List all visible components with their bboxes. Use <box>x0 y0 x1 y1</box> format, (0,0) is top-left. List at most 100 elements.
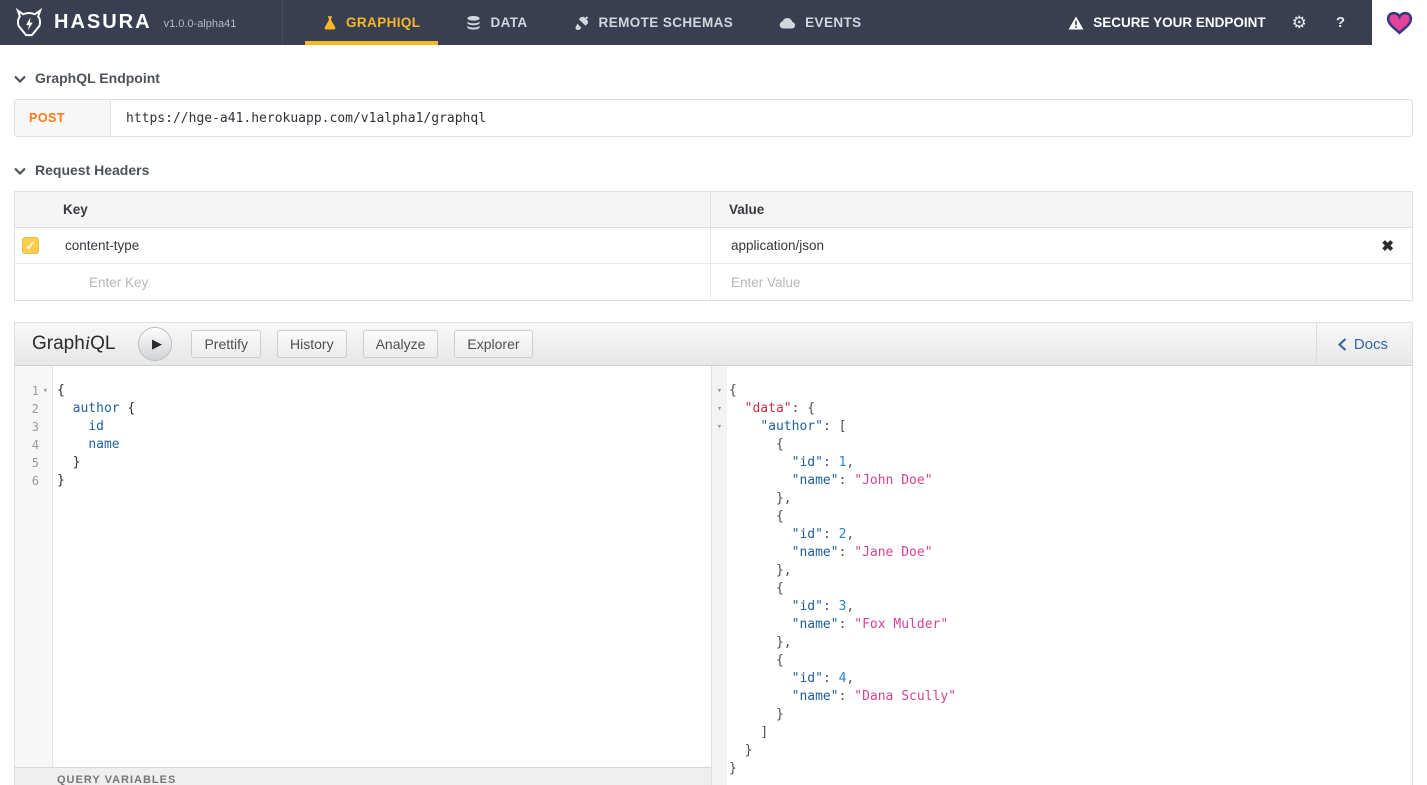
result-pane: ▾ ▾ ▾ { "data": { "author": [ { "id": 1, "… <box>712 366 1412 785</box>
execute-query-button[interactable]: ▶ <box>138 327 173 361</box>
nav-tab-data[interactable]: DATA <box>448 0 545 45</box>
fold-toggle[interactable]: 1 ▾ <box>15 382 52 400</box>
nav-tab-label: EVENTS <box>805 15 862 30</box>
top-navbar: HASURA v1.0.0-alpha41 GRAPHIQL DATA REMO… <box>0 0 1427 45</box>
chevron-left-icon <box>1337 337 1347 351</box>
explorer-button[interactable]: Explorer <box>454 330 533 358</box>
settings-gear-icon[interactable]: ⚙ <box>1292 13 1307 33</box>
endpoint-section-header[interactable]: GraphQL Endpoint <box>14 70 1413 86</box>
fold-toggle[interactable]: ▾ <box>712 418 727 436</box>
nav-tab-remote-schemas[interactable]: REMOTE SCHEMAS <box>556 0 752 45</box>
nav-tab-label: DATA <box>490 15 528 30</box>
code-line: { <box>775 653 784 668</box>
http-method-label: POST <box>15 100 111 136</box>
code-line: "id": 2, <box>791 527 855 542</box>
new-header-value-input[interactable] <box>729 264 1378 300</box>
code-line: name <box>88 437 120 452</box>
request-headers-table: Key Value ✓ ✖ <box>14 191 1413 301</box>
nav-right: SECURE YOUR ENDPOINT ⚙ ? <box>1068 0 1427 45</box>
secure-endpoint-label: SECURE YOUR ENDPOINT <box>1093 15 1266 30</box>
code-line: "author": [ <box>760 419 847 434</box>
code-line: }, <box>775 563 792 578</box>
hasura-logo-icon <box>14 7 44 38</box>
heart-icon <box>1386 11 1413 35</box>
code-line: { <box>775 437 784 452</box>
fold-toggle[interactable]: ▾ <box>712 382 727 400</box>
endpoint-url[interactable]: https://hge-a41.herokuapp.com/v1alpha1/g… <box>111 100 486 136</box>
header-value-input[interactable] <box>729 228 1378 263</box>
code-line: { <box>57 383 65 398</box>
code-line: } <box>57 473 65 488</box>
nav-tab-graphiql[interactable]: GRAPHIQL <box>305 0 439 45</box>
query-editor[interactable]: 1 ▾ 2 3 4 5 6 { author { id name }} <box>15 366 711 767</box>
history-button[interactable]: History <box>277 330 347 358</box>
code-line: id <box>88 419 104 434</box>
prettify-button[interactable]: Prettify <box>191 330 262 358</box>
love-button[interactable] <box>1372 0 1427 45</box>
play-icon: ▶ <box>151 336 162 351</box>
header-enabled-checkbox[interactable]: ✓ <box>22 237 39 254</box>
endpoint-section-title: GraphQL Endpoint <box>35 70 160 86</box>
plug-icon <box>574 15 590 31</box>
code-line: { <box>775 581 784 596</box>
flask-icon <box>323 15 337 31</box>
code-line: "name": "Dana Scully" <box>791 689 956 704</box>
brand-name: HASURA <box>54 11 152 33</box>
gutter-line: 5 <box>31 456 39 470</box>
gutter-line: 4 <box>31 438 39 452</box>
result-viewer: { "data": { "author": [ { "id": 1, "name… <box>727 366 1412 785</box>
code-line: "name": "John Doe" <box>791 473 933 488</box>
chevron-down-icon <box>14 70 26 86</box>
help-button[interactable]: ? <box>1336 14 1345 31</box>
code-line: "id": 3, <box>791 599 855 614</box>
code-line: "id": 4, <box>791 671 855 686</box>
chevron-down-icon <box>14 162 26 178</box>
nav-tab-label: REMOTE SCHEMAS <box>598 15 734 30</box>
new-header-key-input[interactable] <box>63 264 678 300</box>
new-header-row <box>15 264 1412 300</box>
fold-toggle[interactable]: ▾ <box>712 400 727 418</box>
cloud-icon <box>779 17 796 29</box>
code-line: { <box>729 383 737 398</box>
code-line: "name": "Jane Doe" <box>791 545 933 560</box>
graphiql-toolbar: GraphiQL ▶ Prettify History Analyze Expl… <box>15 323 1412 366</box>
graphiql-panel: GraphiQL ▶ Prettify History Analyze Expl… <box>14 322 1413 785</box>
value-column-header: Value <box>729 202 765 217</box>
header-key-input[interactable] <box>63 228 678 263</box>
code-line: }, <box>775 491 792 506</box>
code-line: } <box>775 707 784 722</box>
nav-tab-label: GRAPHIQL <box>346 15 421 30</box>
code-line: author { <box>72 401 136 416</box>
code-line: ] <box>760 725 769 740</box>
nav-tab-events[interactable]: EVENTS <box>761 0 879 45</box>
code-line: "data": { <box>744 401 816 416</box>
code-line: } <box>72 455 81 470</box>
version-label: v1.0.0-alpha41 <box>163 18 237 30</box>
graphiql-logo: GraphiQL <box>32 333 116 354</box>
gutter-line: 3 <box>31 420 39 434</box>
docs-button[interactable]: Docs <box>1315 323 1412 365</box>
graphiql-body: 1 ▾ 2 3 4 5 6 { author { id name }} QUERY VARI… <box>15 366 1412 785</box>
header-row-content-type: ✓ ✖ <box>15 228 1412 264</box>
query-code[interactable]: { author { id name }} <box>53 366 711 767</box>
code-line: } <box>729 761 737 776</box>
warning-icon <box>1068 16 1084 30</box>
endpoint-box: POST https://hge-a41.herokuapp.com/v1alp… <box>14 99 1413 137</box>
database-icon <box>466 15 481 31</box>
result-gutter: ▾ ▾ ▾ <box>712 366 727 785</box>
headers-table-header-row: Key Value <box>15 192 1412 228</box>
gutter-line: 6 <box>31 474 39 488</box>
query-variables-bar[interactable]: QUERY VARIABLES <box>15 767 711 785</box>
secure-endpoint-button[interactable]: SECURE YOUR ENDPOINT <box>1068 15 1266 30</box>
query-variables-title: QUERY VARIABLES <box>57 774 177 785</box>
code-line: "id": 1, <box>791 455 855 470</box>
brand-area[interactable]: HASURA v1.0.0-alpha41 <box>0 0 283 45</box>
code-line: "name": "Fox Mulder" <box>791 617 949 632</box>
headers-section-title: Request Headers <box>35 162 150 178</box>
query-editor-gutter: 1 ▾ 2 3 4 5 6 <box>15 366 53 767</box>
remove-header-button[interactable]: ✖ <box>1381 237 1394 255</box>
code-line: } <box>744 743 753 758</box>
code-line: }, <box>775 635 792 650</box>
analyze-button[interactable]: Analyze <box>362 330 439 358</box>
headers-section-header[interactable]: Request Headers <box>14 162 1413 178</box>
